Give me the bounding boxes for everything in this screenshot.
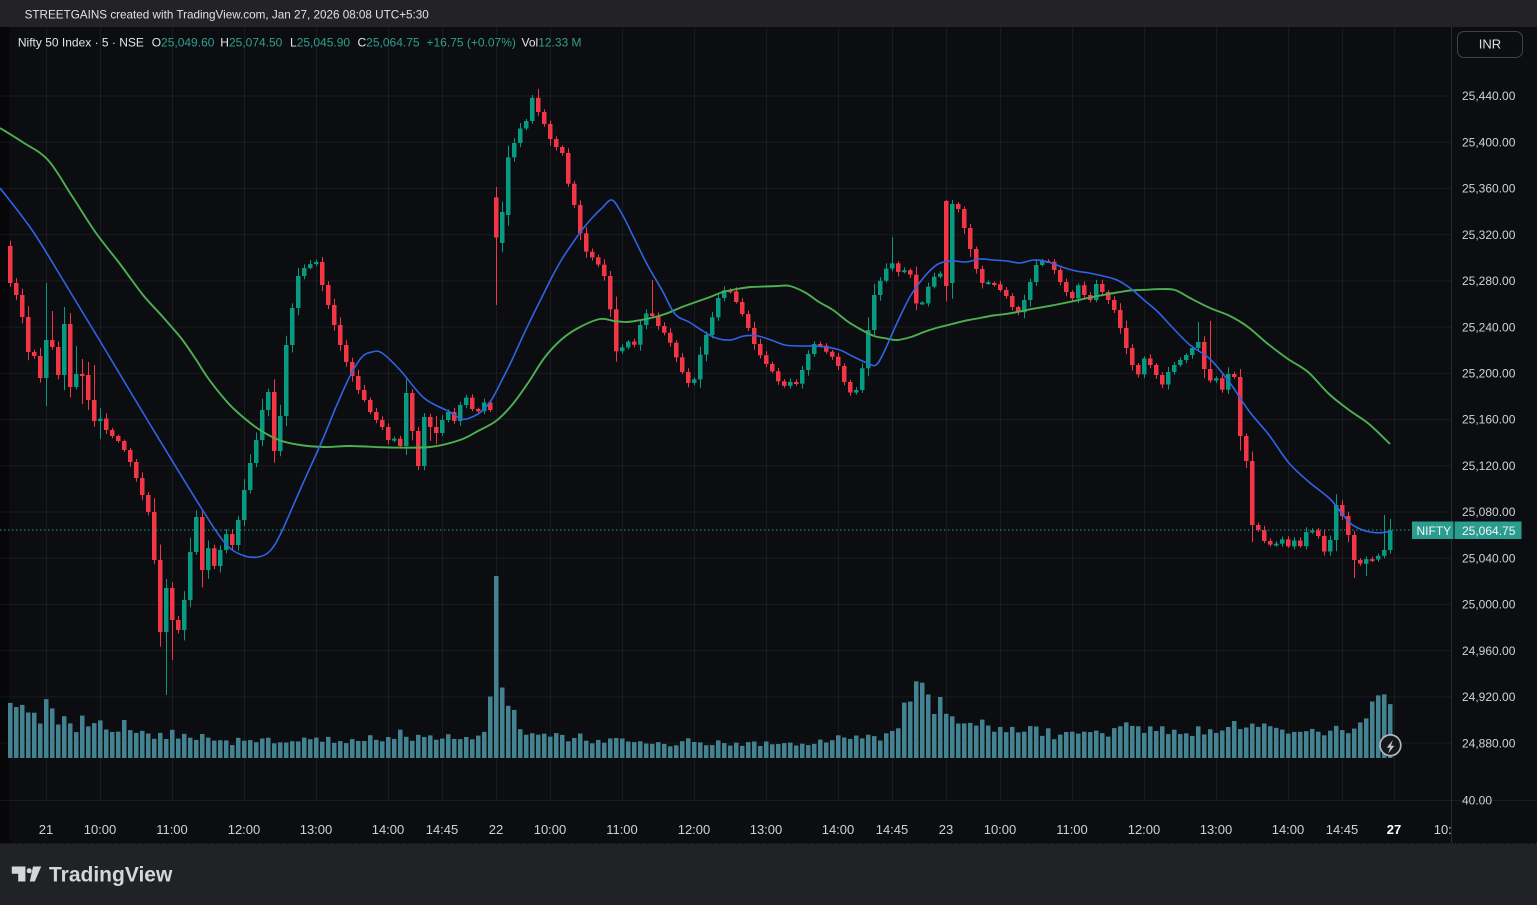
svg-text:Vol12.33 M: Vol12.33 M <box>522 36 582 50</box>
svg-text:40.00: 40.00 <box>1462 794 1492 808</box>
svg-text:12:00: 12:00 <box>228 822 261 837</box>
svg-text:23: 23 <box>939 822 953 837</box>
svg-text:25,160.00: 25,160.00 <box>1462 413 1516 427</box>
svg-text:INR: INR <box>1479 37 1501 52</box>
svg-text:C25,064.75: C25,064.75 <box>358 36 420 50</box>
svg-text:14:00: 14:00 <box>1272 822 1305 837</box>
svg-text:14:45: 14:45 <box>876 822 909 837</box>
svg-text:25,240.00: 25,240.00 <box>1462 320 1516 334</box>
svg-text:25,040.00: 25,040.00 <box>1462 551 1516 565</box>
svg-text:14:00: 14:00 <box>372 822 405 837</box>
svg-text:L25,045.90: L25,045.90 <box>290 36 350 50</box>
svg-text:13:00: 13:00 <box>300 822 333 837</box>
svg-text:25,200.00: 25,200.00 <box>1462 367 1516 381</box>
svg-text:24,960.00: 24,960.00 <box>1462 644 1516 658</box>
svg-text:13:00: 13:00 <box>750 822 783 837</box>
svg-text:25,000.00: 25,000.00 <box>1462 598 1516 612</box>
svg-text:NIFTY: NIFTY <box>1417 524 1452 538</box>
svg-text:14:45: 14:45 <box>426 822 459 837</box>
svg-text:O25,049.60: O25,049.60 <box>152 36 215 50</box>
svg-text:25,360.00: 25,360.00 <box>1462 182 1516 196</box>
svg-text:10:00: 10:00 <box>84 822 117 837</box>
svg-text:24,920.00: 24,920.00 <box>1462 690 1516 704</box>
svg-text:24,880.00: 24,880.00 <box>1462 736 1516 750</box>
svg-text:25,064.75: 25,064.75 <box>1462 524 1516 538</box>
svg-text:25,320.00: 25,320.00 <box>1462 228 1516 242</box>
svg-text:H25,074.50: H25,074.50 <box>220 36 282 50</box>
svg-text:12:00: 12:00 <box>1128 822 1161 837</box>
svg-text:STREETGAINS created with Tradi: STREETGAINS created with TradingView.com… <box>25 9 430 22</box>
svg-text:13:00: 13:00 <box>1200 822 1233 837</box>
svg-text:11:00: 11:00 <box>606 822 638 837</box>
svg-text:11:00: 11:00 <box>1056 822 1088 837</box>
svg-text:Nifty 50 Index · 5 · NSE: Nifty 50 Index · 5 · NSE <box>18 36 144 50</box>
svg-text:+16.75 (+0.07%): +16.75 (+0.07%) <box>427 36 516 50</box>
svg-text:12:00: 12:00 <box>678 822 711 837</box>
svg-text:27: 27 <box>1387 822 1401 837</box>
svg-text:14:45: 14:45 <box>1326 822 1359 837</box>
svg-text:10:00: 10:00 <box>534 822 567 837</box>
svg-text:25,120.00: 25,120.00 <box>1462 459 1516 473</box>
svg-text:10:00: 10:00 <box>984 822 1017 837</box>
svg-text:21: 21 <box>39 822 53 837</box>
svg-text:11:00: 11:00 <box>156 822 188 837</box>
svg-text:25,400.00: 25,400.00 <box>1462 135 1516 149</box>
svg-text:25,280.00: 25,280.00 <box>1462 274 1516 288</box>
svg-text:14:00: 14:00 <box>822 822 855 837</box>
svg-text:25,080.00: 25,080.00 <box>1462 505 1516 519</box>
svg-text:TradingView: TradingView <box>49 864 173 887</box>
svg-text:22: 22 <box>489 822 503 837</box>
svg-text:25,440.00: 25,440.00 <box>1462 89 1516 103</box>
